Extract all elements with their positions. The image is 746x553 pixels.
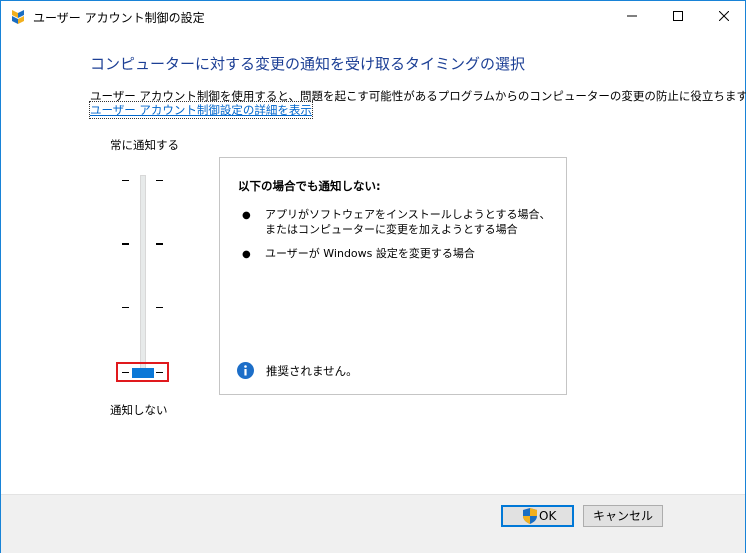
main-content: コンピューターに対する変更の通知を受け取るタイミングの選択 ユーザー アカウント… [1,31,746,494]
uac-shield-icon [523,508,537,524]
ok-button[interactable]: OK [501,505,574,527]
recommendation-note: 推奨されません。 [266,364,358,378]
slider-bottom-label: 通知しない [110,403,168,417]
bullet-icon: ● [242,210,251,221]
slider-track[interactable] [140,175,146,375]
slider-tick-left-3 [122,243,129,245]
minimize-icon [627,15,637,17]
dialog-footer: OK キャンセル [1,494,745,553]
info-icon [237,362,254,379]
ok-button-label: OK [539,509,557,523]
maximize-icon [673,11,683,21]
window-title: ユーザー アカウント制御の設定 [33,11,205,25]
close-icon [719,11,729,21]
panel-bullet-1: アプリがソフトウェアをインストールしようとする場合、またはコンピューターに変更を… [265,208,551,236]
panel-bullet-2: ユーザーが Windows 設定を変更する場合 [265,247,475,260]
slider-tick-left-4 [122,180,129,181]
panel-title: 以下の場合でも通知しない: [238,179,381,193]
slider-tick-right-1 [156,372,163,373]
level-description-panel: 以下の場合でも通知しない: ● アプリがソフトウェアをインストールしようとする場… [219,157,567,395]
slider-tick-left-2 [122,307,129,308]
title-bar[interactable]: ユーザー アカウント制御の設定 [1,1,745,31]
maximize-button[interactable] [655,1,701,31]
slider-tick-left-1 [122,372,129,373]
page-title: コンピューターに対する変更の通知を受け取るタイミングの選択 [90,55,526,73]
close-button[interactable] [701,1,746,31]
slider-top-label: 常に通知する [110,138,179,152]
learn-more-link[interactable]: ユーザー アカウント制御設定の詳細を表示 [89,101,313,119]
minimize-button[interactable] [609,1,655,31]
bullet-icon: ● [242,249,251,260]
slider-tick-right-2 [156,307,163,308]
slider-thumb[interactable] [132,368,154,378]
slider-tick-right-4 [156,180,163,181]
slider-tick-right-3 [156,243,163,245]
uac-settings-window: ユーザー アカウント制御の設定 コンピューターに対する変更の通知を受け取るタイミ… [0,0,746,553]
cancel-button[interactable]: キャンセル [583,505,663,527]
uac-flag-icon [12,10,24,24]
